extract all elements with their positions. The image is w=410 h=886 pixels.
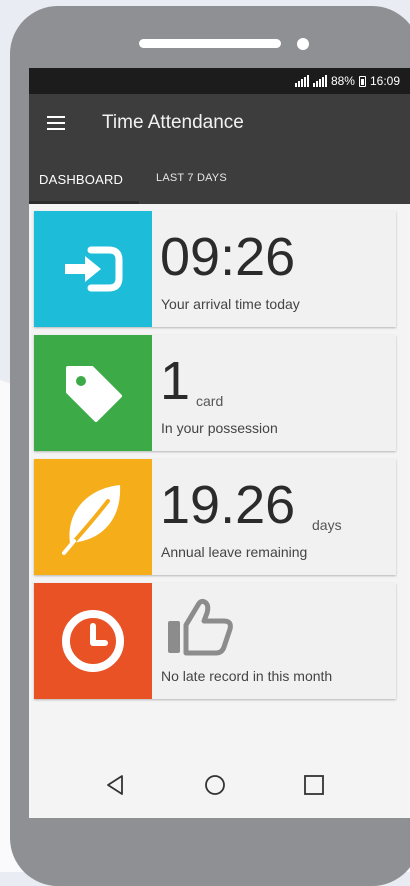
card-arrival-time[interactable]: 09:26 Your arrival time today <box>34 211 396 327</box>
tag-icon <box>34 335 152 451</box>
status-bar: 88% 16:09 <box>29 68 410 94</box>
active-tab-indicator <box>29 201 139 204</box>
recents-icon[interactable] <box>303 774 325 796</box>
home-icon[interactable] <box>204 774 226 796</box>
tab-last-7-days[interactable]: LAST 7 DAYS <box>156 172 227 184</box>
phone-camera <box>297 38 309 50</box>
signal-icon <box>294 75 309 87</box>
clock-icon <box>34 583 152 699</box>
card-annual-leave[interactable]: 19.26 days Annual leave remaining <box>34 459 396 575</box>
hamburger-menu-icon[interactable] <box>47 116 65 130</box>
possession-caption: In your possession <box>161 420 278 436</box>
card-late-record[interactable]: No late record in this month <box>34 583 396 699</box>
arrival-time-caption: Your arrival time today <box>161 296 300 312</box>
dashboard-cards: 09:26 Your arrival time today 1 card In … <box>34 211 396 707</box>
phone-speaker <box>139 39 281 48</box>
app-bar: Time Attendance <box>29 94 410 152</box>
leaf-icon <box>34 459 152 575</box>
phone-screen: 88% 16:09 Time Attendance DASHBOARD LAST… <box>29 68 410 818</box>
back-icon[interactable] <box>105 774 125 796</box>
arrival-time-value: 09:26 <box>160 227 296 287</box>
leave-caption: Annual leave remaining <box>161 544 308 560</box>
battery-icon <box>358 75 366 87</box>
battery-percent: 88% <box>330 74 355 88</box>
signal-icon <box>312 75 327 87</box>
leave-days-value: 19.26 <box>160 475 296 535</box>
late-record-caption: No late record in this month <box>161 668 333 684</box>
thumbs-up-icon <box>168 598 233 656</box>
cards-count-unit: card <box>196 393 224 409</box>
cards-count-value: 1 <box>160 351 191 411</box>
card-possession[interactable]: 1 card In your possession <box>34 335 396 451</box>
android-nav-bar <box>29 758 410 818</box>
tab-dashboard[interactable]: DASHBOARD <box>39 172 123 187</box>
tab-bar: DASHBOARD LAST 7 DAYS <box>29 152 410 204</box>
leave-days-unit: days <box>312 517 342 533</box>
app-title: Time Attendance <box>102 112 244 133</box>
status-time: 16:09 <box>369 74 400 88</box>
login-arrow-icon <box>34 211 152 327</box>
